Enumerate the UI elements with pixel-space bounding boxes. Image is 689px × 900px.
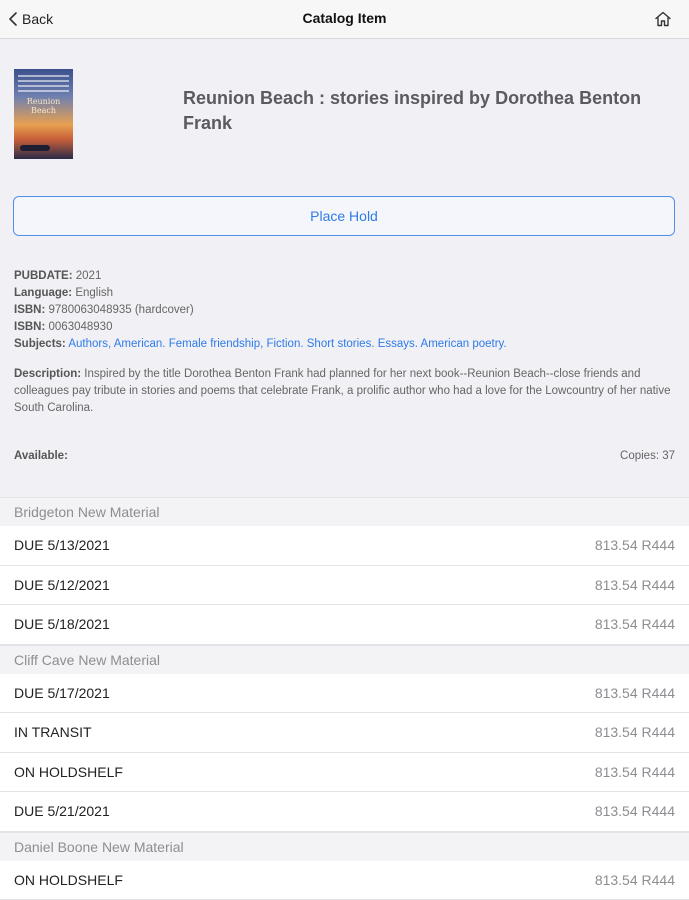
pubdate-label: PUBDATE: <box>14 270 73 282</box>
subjects-label: Subjects: <box>14 338 66 350</box>
call-number: 813.54 R444 <box>594 684 675 701</box>
item-details: Reunion Beach Reunion Beach : stories in… <box>0 39 689 497</box>
holdings-list: Bridgeton New Material DUE 5/13/2021 813… <box>0 497 689 900</box>
item-status: IN TRANSIT <box>14 724 92 740</box>
list-item[interactable]: ON HOLDSHELF 813.54 R444 <box>0 752 689 792</box>
item-status: DUE 5/18/2021 <box>14 616 110 632</box>
isbn-label: ISBN: <box>14 321 46 333</box>
call-number: 813.54 R444 <box>594 763 675 780</box>
subjects-row: Subjects: Authors, American. Female frie… <box>14 336 676 353</box>
list-item[interactable]: IN TRANSIT 813.54 R444 <box>0 713 689 753</box>
call-number: 813.54 R444 <box>594 576 675 593</box>
pubdate-row: PUBDATE: 2021 <box>14 268 676 285</box>
call-number: 813.54 R444 <box>594 803 675 819</box>
isbn-row: ISBN: 9780063048935 (hardcover) <box>14 302 676 319</box>
list-item[interactable]: DUE 5/12/2021 813.54 R444 <box>0 565 689 605</box>
description-text: Inspired by the title Dorothea Benton Fr… <box>14 368 671 414</box>
subject-link[interactable]: Authors, American. <box>68 338 165 350</box>
availability-label: Available: <box>14 450 68 462</box>
bibliographic-details: PUBDATE: 2021 Language: English ISBN: 97… <box>14 268 676 353</box>
description: Description: Inspired by the title Dorot… <box>14 366 674 417</box>
subject-link[interactable]: Essays. <box>378 338 418 350</box>
item-status: DUE 5/17/2021 <box>14 684 110 701</box>
isbn-label: ISBN: <box>14 304 46 316</box>
list-item[interactable]: DUE 5/13/2021 813.54 R444 <box>0 526 689 566</box>
library-section-header: Bridgeton New Material <box>0 497 689 526</box>
isbn-value: 9780063048935 (hardcover) <box>48 304 194 316</box>
call-number: 813.54 R444 <box>594 537 675 553</box>
pubdate-value: 2021 <box>75 270 102 282</box>
isbn-value: 0063048930 <box>48 321 113 333</box>
call-number: 813.54 R444 <box>594 724 675 740</box>
book-title: Reunion Beach : stories inspired by Doro… <box>183 88 642 133</box>
catalog-item-screen: Back Catalog Item Reunion Beach Reunion … <box>0 0 689 900</box>
language-value: English <box>75 287 114 299</box>
list-item[interactable]: DUE 5/21/2021 813.54 R444 <box>0 792 689 832</box>
navigation-bar: Back Catalog Item <box>0 0 689 39</box>
description-label: Description: <box>14 368 82 380</box>
list-item[interactable]: ON HOLDSHELF 813.54 R444 <box>0 860 689 900</box>
language-row: Language: English <box>14 285 676 302</box>
subject-link[interactable]: Female friendship, Fiction. <box>169 338 304 350</box>
item-status: ON HOLDSHELF <box>14 871 123 888</box>
book-cover-image: Reunion Beach <box>14 69 73 159</box>
isbn-row: ISBN: 0063048930 <box>14 319 676 336</box>
subject-link[interactable]: American poetry. <box>421 338 507 350</box>
language-label: Language: <box>14 287 73 299</box>
library-section-header: Cliff Cave New Material <box>0 644 689 674</box>
book-cover-title: Reunion Beach <box>26 97 61 115</box>
library-section-header: Daniel Boone New Material <box>0 831 689 861</box>
item-status: DUE 5/12/2021 <box>14 576 110 593</box>
home-icon[interactable] <box>653 9 673 29</box>
page-title: Catalog Item <box>302 10 387 26</box>
copies-count: Copies: 37 <box>620 450 675 462</box>
list-item[interactable]: DUE 5/18/2021 813.54 R444 <box>0 605 689 645</box>
item-status: ON HOLDSHELF <box>14 763 123 780</box>
list-item[interactable]: DUE 5/17/2021 813.54 R444 <box>0 673 689 713</box>
call-number: 813.54 R444 <box>594 616 675 632</box>
call-number: 813.54 R444 <box>594 871 675 888</box>
item-status: DUE 5/21/2021 <box>14 803 110 819</box>
subject-link[interactable]: Short stories. <box>307 338 375 350</box>
item-status: DUE 5/13/2021 <box>14 537 110 553</box>
place-hold-button[interactable]: Place Hold <box>13 196 675 236</box>
